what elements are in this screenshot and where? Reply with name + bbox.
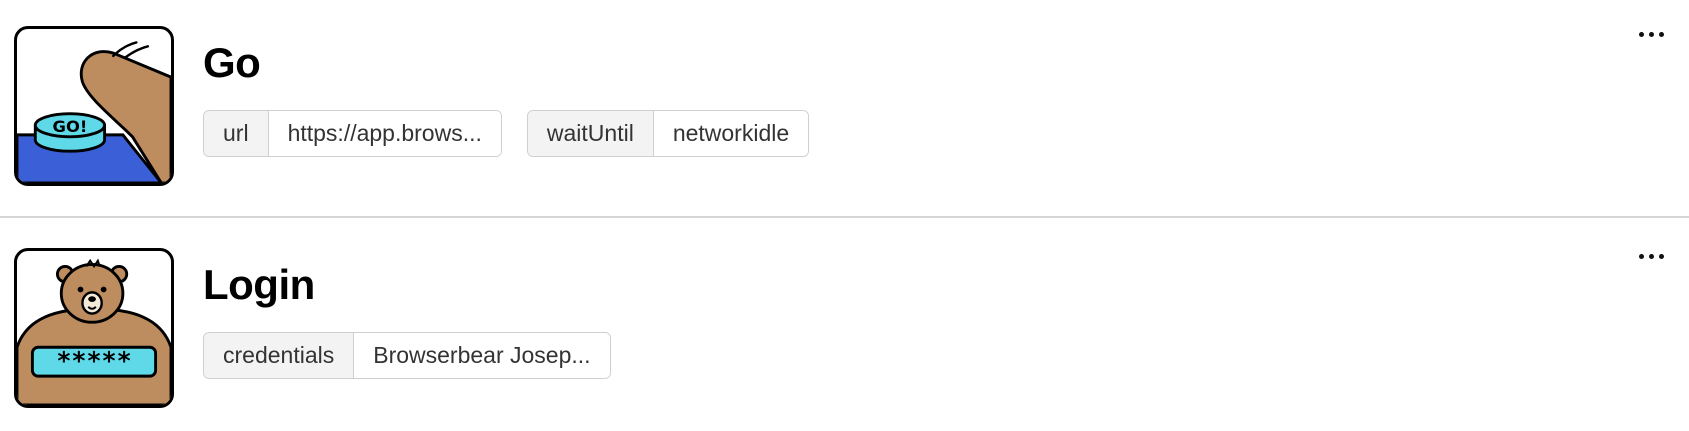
- param-value: networkidle: [653, 111, 809, 156]
- param-waituntil: waitUntil networkidle: [526, 110, 810, 157]
- param-value: Browserbear Josep...: [354, 333, 610, 378]
- more-options-icon[interactable]: [1631, 242, 1671, 270]
- go-button-finger-icon: GO!: [14, 26, 174, 186]
- param-key: credentials: [204, 333, 355, 378]
- param-value: https://app.brows...: [268, 111, 501, 156]
- step-login[interactable]: ***** Login credentials Browserbear Jose…: [0, 242, 1689, 431]
- step-params: url https://app.brows... waitUntil netwo…: [203, 110, 810, 157]
- svg-text:GO!: GO!: [53, 117, 88, 136]
- divider: [0, 216, 1689, 218]
- param-url: url https://app.brows...: [203, 110, 502, 157]
- param-key: waitUntil: [527, 111, 654, 156]
- steps-list: GO! Go url https://app.brows... waitUnti…: [0, 0, 1689, 431]
- param-key: url: [204, 111, 269, 156]
- step-title: Login: [203, 261, 315, 308]
- step-title: Go: [203, 39, 261, 86]
- param-credentials: credentials Browserbear Josep...: [203, 332, 611, 379]
- svg-text:*****: *****: [56, 346, 131, 375]
- step-go[interactable]: GO! Go url https://app.brows... waitUnti…: [0, 20, 1689, 220]
- step-params: credentials Browserbear Josep...: [203, 332, 611, 379]
- more-options-icon[interactable]: [1631, 20, 1671, 48]
- bear-password-icon: *****: [14, 248, 174, 408]
